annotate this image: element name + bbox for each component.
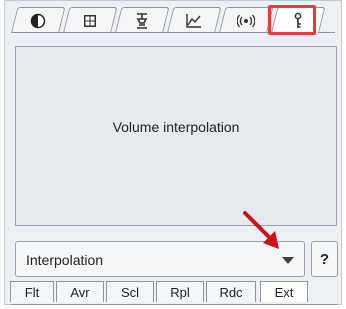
grid-icon xyxy=(82,13,98,29)
tab-flt-label: Flt xyxy=(24,284,40,300)
sub-tab-bar: Flt Avr Scl Rpl Rdc Ext xyxy=(10,281,336,303)
tab-chart[interactable] xyxy=(167,7,222,33)
tab-rpl-label: Rpl xyxy=(170,284,190,300)
contrast-icon xyxy=(30,13,46,29)
processing-icon xyxy=(134,12,150,30)
tab-scl-label: Scl xyxy=(120,284,140,300)
tab-ext-label: Ext xyxy=(274,284,294,300)
tab-grid[interactable] xyxy=(63,7,118,33)
extension-icon xyxy=(292,12,304,30)
display-area: Volume interpolation xyxy=(15,46,337,226)
tab-ext[interactable]: Ext xyxy=(260,281,308,302)
tab-contrast[interactable] xyxy=(11,7,66,33)
tab-rpl[interactable]: Rpl xyxy=(156,281,204,302)
tab-scl[interactable]: Scl xyxy=(106,281,154,302)
tab-extension[interactable] xyxy=(271,7,326,33)
tab-rdc[interactable]: Rdc xyxy=(206,281,256,302)
tab-avr-label: Avr xyxy=(70,284,90,300)
tab-flt[interactable]: Flt xyxy=(10,281,54,302)
pointer-arrow-icon xyxy=(243,211,279,249)
display-title: Volume interpolation xyxy=(112,119,240,135)
tab-processing[interactable] xyxy=(115,7,170,33)
interpolation-select-value: Interpolation xyxy=(26,252,104,268)
help-button[interactable]: ? xyxy=(311,241,338,277)
signal-icon xyxy=(237,13,256,29)
tab-avr[interactable]: Avr xyxy=(56,281,104,302)
chart-icon xyxy=(185,13,203,29)
tool-panel: Volume interpolation Interpolation ? xyxy=(4,0,342,305)
tab-rdc-label: Rdc xyxy=(219,284,243,300)
chevron-down-icon[interactable] xyxy=(282,257,294,264)
tab-signal[interactable] xyxy=(219,7,274,33)
